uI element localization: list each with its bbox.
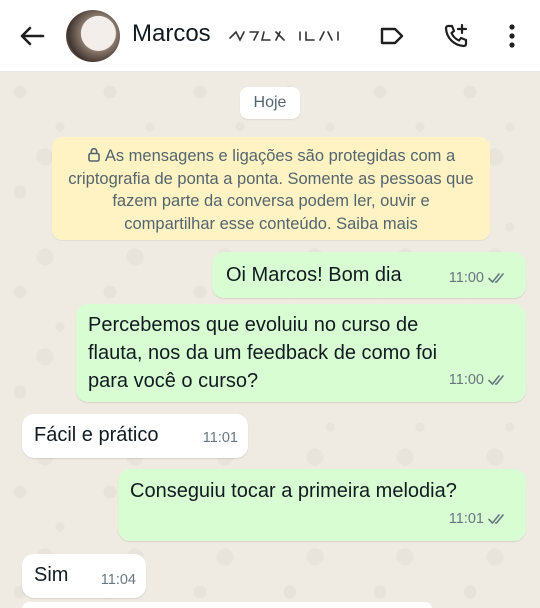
add-call-icon[interactable] [440,20,472,52]
message-meta: 11:01 [203,424,238,452]
message-text: Fácil e prático [34,424,159,446]
message-time: 11:01 [448,511,484,527]
message-meta: 11:00 [449,264,508,292]
message-bubble-outgoing[interactable]: Percebemos que evoluiu no curso de flaut… [76,304,526,402]
message-bubble-incoming-partial[interactable] [22,602,432,608]
message-text: Percebemos que evoluiu no curso de flaut… [88,314,438,392]
message-bubble-incoming[interactable]: Sim 11:04 [22,554,146,598]
date-chip: Hoje [240,87,300,119]
back-arrow-icon[interactable] [16,20,48,52]
double-check-icon [488,273,504,283]
message-text: Oi Marcos! Bom dia [226,264,402,286]
message-meta: 11:00 [449,366,508,394]
message-bubble-outgoing[interactable]: Oi Marcos! Bom dia 11:00 [212,252,526,298]
label-icon[interactable] [376,20,408,52]
chat-header: Marcos [0,0,540,72]
encryption-notice-text: As mensagens e ligações são protegidas c… [68,147,474,233]
message-text: Sim [34,564,69,586]
contact-avatar[interactable] [66,10,120,62]
message-meta: 11:04 [101,566,136,594]
message-bubble-incoming[interactable]: Fácil e prático 11:01 [22,414,248,458]
double-check-icon [488,375,504,385]
encryption-notice[interactable]: As mensagens e ligações são protegidas c… [52,137,490,240]
message-time: 11:01 [202,430,238,446]
message-text: Conseguiu tocar a primeira melodia? [130,480,457,502]
more-vert-icon[interactable] [496,20,528,52]
message-bubble-outgoing[interactable]: Conseguiu tocar a primeira melodia? 11:0… [118,469,526,541]
redacted-surname-scribble [229,30,339,42]
double-check-icon [488,514,504,524]
message-meta: 11:01 [449,505,508,533]
message-time: 11:00 [448,372,484,388]
message-time: 11:00 [448,270,484,286]
contact-name[interactable]: Marcos [132,20,211,48]
message-time: 11:04 [100,572,136,588]
lock-icon [88,147,100,162]
